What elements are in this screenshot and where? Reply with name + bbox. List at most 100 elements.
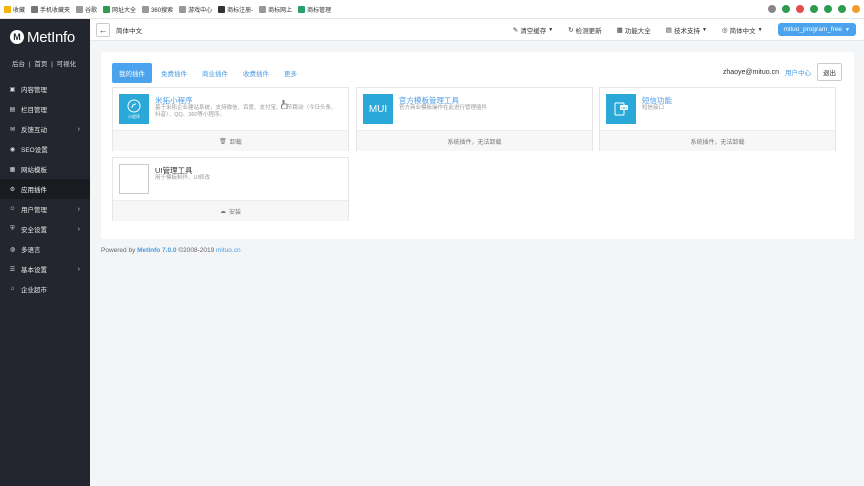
bookmark-item[interactable]: 手机收藏夹 <box>31 5 70 14</box>
sidebar-item[interactable]: ✉ 反馈互动 › <box>0 119 90 139</box>
sidebar-item-label: 内容管理 <box>21 87 47 94</box>
bookmark-item[interactable]: 谷歌 <box>76 5 97 14</box>
cloud-download-icon: ☁ <box>219 208 226 215</box>
page-icon <box>259 5 267 13</box>
back-button[interactable]: ← <box>96 22 110 37</box>
account-info: zhaoye@mituo.cn 用户中心 退出 <box>723 63 842 81</box>
extension-icon[interactable] <box>768 5 776 13</box>
trash-icon: 🗑 <box>219 138 227 145</box>
uninstall-button[interactable]: 🗑 卸载 <box>113 130 348 151</box>
plugin-card: UI管理工具 用于模板制作、UI修改 ☁ 安装 <box>112 157 349 221</box>
star-icon <box>4 5 11 13</box>
sidebar-item-label: 安全设置 <box>21 227 47 234</box>
tab-free-plugins[interactable]: 免费插件 <box>155 63 193 83</box>
topbar: ← 简体中文 ✎ 清空缓存 ▼ ↻ 检测更新 ▦ 功能大全 ▤ 技术支持 ▼ ◎ 简体中文 ▼ … <box>90 19 864 41</box>
plugin-description: 官方商业模板操作在此进行管理插件 <box>399 105 488 111</box>
sms-icon: SMS <box>606 94 636 124</box>
extension-icon[interactable] <box>782 5 790 13</box>
user-center-link[interactable]: 用户中心 <box>785 67 811 77</box>
sidebar-item[interactable]: ☰ 基本设置 › <box>0 259 90 279</box>
bookmark-item[interactable]: 游戏中心 <box>179 5 212 14</box>
content-icon: ▣ <box>9 86 16 93</box>
tech-support-button[interactable]: ▤ 技术支持 ▼ <box>666 25 707 35</box>
shield-icon <box>298 5 306 13</box>
feedback-icon: ✉ <box>9 126 16 133</box>
sidebar-item[interactable]: ⛨ 安全设置 › <box>0 219 90 239</box>
language-select[interactable]: ◎ 简体中文 ▼ <box>722 25 763 35</box>
tab-commercial-plugins[interactable]: 商业插件 <box>196 63 234 83</box>
install-button[interactable]: ☁ 安装 <box>113 200 348 221</box>
grid-icon <box>103 5 111 13</box>
quicklink-visual[interactable]: 可视化 <box>57 61 77 68</box>
extension-icon[interactable] <box>838 5 846 13</box>
sidebar-item[interactable]: ▦ 网站模板 <box>0 159 90 179</box>
sidebar-item-label: 企业超市 <box>21 287 47 294</box>
bookmark-item[interactable]: 网址大全 <box>103 5 136 14</box>
column-icon: ▤ <box>9 106 16 113</box>
account-email: zhaoye@mituo.cn <box>722 68 779 76</box>
extension-icon[interactable] <box>810 5 818 13</box>
broom-icon: ✎ <box>512 26 519 34</box>
caret-down-icon: ▼ <box>701 26 707 33</box>
sidebar-item[interactable]: ⌂ 企业超市 <box>0 279 90 299</box>
check-update-button[interactable]: ↻ 检测更新 <box>568 25 601 35</box>
bookmark-item[interactable]: 商标网上 <box>259 5 292 14</box>
caret-down-icon: ▼ <box>845 26 850 33</box>
logo[interactable]: M MetInfo <box>0 19 90 49</box>
logo-text: MetInfo <box>27 28 75 46</box>
sidebar-item-label: 应用插件 <box>21 187 47 194</box>
sidebar-item[interactable]: ⚙ 应用插件 <box>0 179 90 199</box>
extension-icon[interactable] <box>796 5 804 13</box>
page-icon <box>179 5 187 13</box>
sidebar-item-label: 基本设置 <box>21 267 47 274</box>
plugin-card: 小程序 米拓小程序 基于米拓企业建站系统，支持微信、百度、支付宝、字节跳动（今日… <box>112 87 349 151</box>
footer-site-link[interactable]: mituo.cn <box>216 247 241 254</box>
sidebar-item-label: 用户管理 <box>21 207 47 214</box>
bookmark-item[interactable]: 360搜索 <box>142 5 173 14</box>
arrow-left-icon: ← <box>98 24 108 35</box>
user-icon: ☺ <box>9 206 16 212</box>
extension-icon[interactable] <box>824 5 832 13</box>
sidebar-item[interactable]: ▤ 栏目管理 <box>0 99 90 119</box>
features-button[interactable]: ▦ 功能大全 <box>617 25 651 35</box>
bookmark-item[interactable]: 商标注册- <box>218 5 253 14</box>
phone-icon <box>31 5 39 13</box>
plugin-icon: ⚙ <box>9 186 16 193</box>
mini-program-icon: 小程序 <box>119 94 149 124</box>
globe-icon: ◎ <box>721 26 728 34</box>
bookmark-item[interactable]: 商标管理 <box>298 5 331 14</box>
mui-icon: MUI <box>363 94 393 124</box>
hand-cursor-icon <box>281 100 288 109</box>
tab-my-plugins[interactable]: 我的插件 <box>112 63 152 83</box>
quicklink-backend[interactable]: 后台 <box>12 61 25 68</box>
user-menu-button[interactable]: mituo_program_free ▼ <box>777 23 856 36</box>
broken-image-icon <box>119 164 149 194</box>
plugin-description: 短信接口 <box>642 105 665 111</box>
page-icon <box>142 5 150 13</box>
plugin-status: 系统插件，无法卸载 <box>357 130 592 151</box>
grid-icon: ▦ <box>616 26 623 34</box>
seo-icon: ◉ <box>9 146 16 153</box>
footer-product[interactable]: MetInfo 7.0.0 <box>137 247 176 254</box>
tab-more[interactable]: 更多 <box>278 63 303 83</box>
bookmarks-bar: 收藏 手机收藏夹 谷歌 网址大全 360搜索 游戏中心 商标注册- 商标网上 商标管理 <box>0 0 864 19</box>
logout-button[interactable]: 退出 <box>817 63 842 81</box>
quicklink-home[interactable]: 首页 <box>34 61 47 68</box>
bookmark-item[interactable]: 收藏 <box>4 5 25 14</box>
sidebar: M MetInfo 后台 | 首页 | 可视化 ▣ 内容管理 ▤ 栏目管理 ✉ 反馈互动 ›… <box>0 19 90 486</box>
sidebar-item[interactable]: ◍ 多语言 <box>0 239 90 259</box>
breadcrumb: 简体中文 <box>116 27 142 35</box>
security-icon: ⛨ <box>10 225 15 232</box>
plugins-panel: 我的插件 免费插件 商业插件 收费插件 更多 zhaoye@mituo.cn 用… <box>101 52 854 239</box>
top-actions: ✎ 清空缓存 ▼ ↻ 检测更新 ▦ 功能大全 ▤ 技术支持 ▼ ◎ 简体中文 ▼ mituo_p… <box>513 23 864 36</box>
clear-cache-button[interactable]: ✎ 清空缓存 ▼ <box>513 25 553 35</box>
plugin-card: SMS 短信功能 短信接口 系统插件，无法卸载 <box>599 87 836 151</box>
sidebar-item[interactable]: ▣ 内容管理 <box>0 79 90 99</box>
logo-mark-icon: M <box>10 30 24 44</box>
plugin-tabs: 我的插件 免费插件 商业插件 收费插件 更多 <box>112 63 306 83</box>
sidebar-item[interactable]: ◉ SEO设置 <box>0 139 90 159</box>
tab-paid-plugins[interactable]: 收费插件 <box>237 63 275 83</box>
sidebar-item[interactable]: ☺ 用户管理 › <box>0 199 90 219</box>
settings-icon: ☰ <box>9 266 16 273</box>
extension-icon[interactable] <box>852 5 860 13</box>
